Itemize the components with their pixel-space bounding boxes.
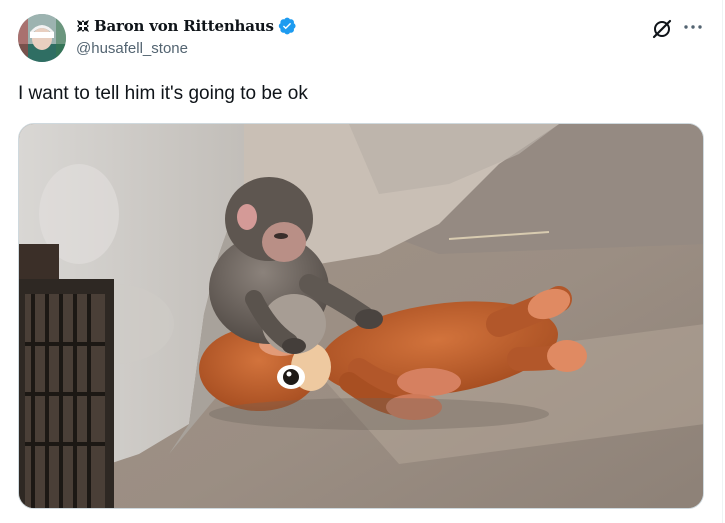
tweet-header: Baron von Rittenhaus @husafell_stone	[18, 14, 708, 62]
tweet-text: I want to tell him it's going to be ok	[18, 83, 308, 104]
iron-cross-icon	[77, 20, 89, 32]
column-border	[722, 0, 723, 523]
more-icon[interactable]	[680, 16, 706, 38]
verified-badge-icon[interactable]	[277, 16, 297, 36]
avatar-image	[18, 14, 66, 62]
display-name[interactable]: Baron von Rittenhaus	[94, 17, 274, 35]
tweet-photo[interactable]	[18, 123, 704, 509]
author-handle[interactable]: @husafell_stone	[76, 40, 297, 57]
author-names: Baron von Rittenhaus @husafell_stone	[76, 15, 297, 57]
photo-image	[19, 124, 703, 508]
avatar[interactable]	[18, 14, 66, 62]
display-name-row[interactable]: Baron von Rittenhaus	[76, 15, 297, 37]
grok-icon[interactable]	[651, 18, 673, 40]
